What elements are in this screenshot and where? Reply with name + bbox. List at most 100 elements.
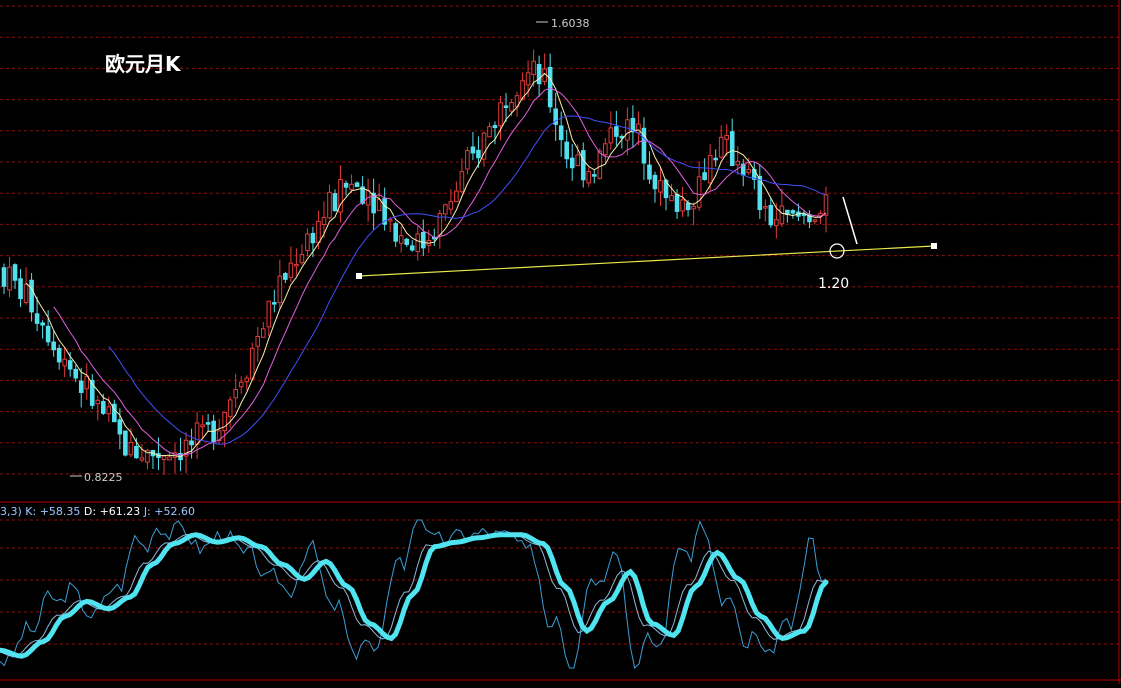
candle-body <box>56 347 62 363</box>
candle-body <box>509 101 514 112</box>
high-price-label: 1.6038 <box>551 17 590 30</box>
candle-body <box>327 191 332 219</box>
kdj-j-label: J: +52.60 <box>143 505 195 518</box>
price-grid <box>0 5 1121 475</box>
candle-body <box>233 389 239 399</box>
candle-body <box>205 422 211 425</box>
candle-body <box>95 399 101 405</box>
candle-body <box>569 157 575 169</box>
candle-body <box>779 205 785 225</box>
candle-body <box>597 150 603 179</box>
candle-body <box>713 157 718 161</box>
candle-body <box>40 322 45 326</box>
svg-text:3,3) K: +58.35 D: +61.23 J: +5: 3,3) K: +58.35 D: +61.23 J: +52.60 <box>0 505 195 518</box>
candle-body <box>586 171 592 184</box>
candle-body <box>266 300 272 328</box>
candle-body <box>272 302 277 305</box>
candlestick-series <box>1 49 829 475</box>
candle-body <box>78 380 84 393</box>
candle-body <box>625 119 630 141</box>
candle-body <box>321 216 327 226</box>
candle-body <box>227 399 233 418</box>
candle-body <box>62 358 67 367</box>
candle-body <box>349 183 354 190</box>
candle-body <box>812 219 818 222</box>
candle-body <box>12 264 18 281</box>
candle-body <box>459 171 465 193</box>
candle-body <box>128 442 134 456</box>
low-marker: 0.8225 <box>70 471 123 484</box>
candle-body <box>454 190 459 203</box>
candle-body <box>729 131 735 166</box>
candle-body <box>29 279 34 313</box>
candle-body <box>465 150 470 170</box>
candle-body <box>288 262 294 278</box>
candle-body <box>591 174 597 177</box>
candle-body <box>774 219 779 227</box>
chart-canvas: 欧元月K 1.20 1.6038 0.8225 3,3) K: +58.35 D… <box>0 0 1121 684</box>
candle-body <box>376 199 382 212</box>
candle-body <box>117 419 123 435</box>
candle-body <box>7 266 12 291</box>
candle-body <box>106 406 112 415</box>
candle-body <box>575 154 581 167</box>
candle-body <box>67 360 73 370</box>
chart-title: 欧元月K <box>105 52 182 76</box>
candle-body <box>547 66 553 108</box>
kdj-legend: 3,3) K: +58.35 D: +61.23 J: +52.60 <box>0 505 195 518</box>
candle-body <box>790 210 796 214</box>
candle-body <box>84 375 90 390</box>
candle-body <box>332 193 338 212</box>
candle-body <box>222 412 227 432</box>
candle-body <box>503 105 509 108</box>
candle-body <box>299 254 305 264</box>
candle-body <box>305 233 310 252</box>
candle-body <box>674 193 680 212</box>
candle-body <box>470 146 476 154</box>
low-price-label: 0.8225 <box>84 471 123 484</box>
trendline-start-handle[interactable] <box>356 273 362 279</box>
candle-body <box>580 150 586 181</box>
candle-body <box>238 381 244 388</box>
kdj-lines <box>0 519 829 669</box>
candle-body <box>558 125 564 141</box>
candle-body <box>134 445 139 459</box>
candle-body <box>443 204 448 215</box>
candle-body <box>354 182 360 188</box>
candle-body <box>101 401 106 414</box>
candle-body <box>161 455 167 461</box>
candle-body <box>531 60 536 76</box>
candle-body <box>409 245 415 251</box>
annotation-price-label: 1.20 <box>818 276 849 292</box>
candle-body <box>415 233 421 253</box>
trendline-end-handle[interactable] <box>931 243 937 249</box>
candle-body <box>487 126 492 138</box>
candle-body <box>823 194 829 216</box>
candle-body <box>718 136 724 158</box>
candle-body <box>73 368 79 379</box>
candle-body <box>724 134 729 140</box>
candle-body <box>18 278 23 300</box>
candle-body <box>123 430 128 456</box>
candle-body <box>608 127 614 144</box>
candle-body <box>23 283 29 303</box>
candle-body <box>691 205 696 210</box>
candle-body <box>404 238 410 245</box>
candle-body <box>763 206 768 209</box>
candle-body <box>564 141 570 160</box>
high-marker: 1.6038 <box>536 17 590 30</box>
candle-body <box>680 199 685 212</box>
candle-body <box>200 424 205 428</box>
candle-body <box>45 325 51 343</box>
candle-body <box>393 223 398 242</box>
candle-body <box>525 72 531 86</box>
candle-body <box>310 232 316 244</box>
candle-body <box>614 126 619 137</box>
candle-body <box>244 377 250 383</box>
candle-body <box>603 143 608 156</box>
kdj-d-line <box>0 532 829 659</box>
candle-body <box>139 457 145 461</box>
candle-body <box>283 273 288 280</box>
candle-body <box>768 204 774 226</box>
candle-body <box>746 169 752 174</box>
